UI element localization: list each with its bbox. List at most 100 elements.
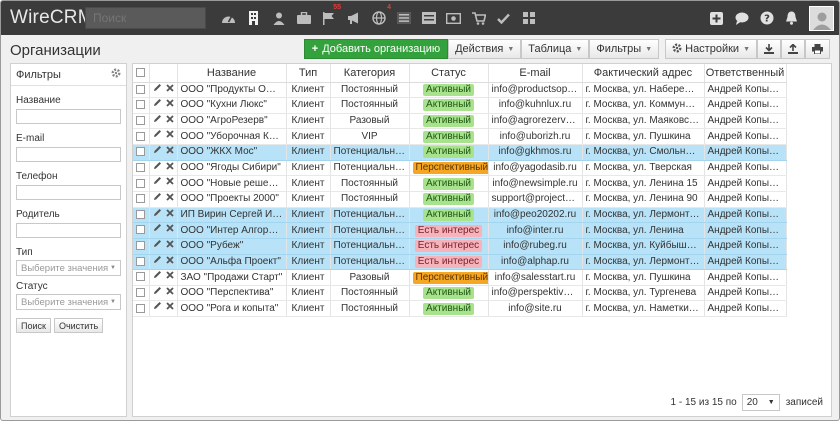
table-row[interactable]: ИП Вирин Сергей Ив… Клиент Потенциальный Ак… <box>133 207 787 224</box>
barcode-icon[interactable] <box>416 1 441 35</box>
pencil-icon[interactable] <box>153 145 162 159</box>
globe-icon[interactable]: 4 <box>366 1 391 35</box>
column-header-email[interactable]: E-mail <box>488 64 583 83</box>
name-cell[interactable]: ООО "Ягоды Сибири" <box>177 160 287 177</box>
help-icon[interactable]: ? <box>754 1 779 35</box>
add-organization-button[interactable]: + Добавить организацию <box>303 39 449 59</box>
column-header-owner[interactable]: Ответственный <box>704 64 787 83</box>
delete-icon[interactable] <box>165 208 174 222</box>
name-cell[interactable]: ООО "Перспектива" <box>177 285 287 302</box>
delete-icon[interactable] <box>165 223 174 237</box>
filter-search-button[interactable]: Поиск <box>16 318 51 333</box>
pencil-icon[interactable] <box>153 129 162 143</box>
name-cell[interactable]: ЗАО "Продажи Старт" <box>177 269 287 286</box>
per-page-select[interactable]: 20 ▼ <box>741 394 780 411</box>
row-checkbox[interactable] <box>136 209 146 219</box>
pencil-icon[interactable] <box>153 208 162 222</box>
name-cell[interactable]: ООО "Рубеж" <box>177 238 287 255</box>
column-header-status[interactable]: Статус <box>409 64 489 83</box>
table-row[interactable]: ООО "Перспектива" Клиент Постоянный Активны… <box>133 285 787 302</box>
pencil-icon[interactable] <box>153 223 162 237</box>
row-checkbox[interactable] <box>136 178 146 188</box>
table-row[interactable]: ООО "ЖКХ Мос" Клиент Потенциальный Активный… <box>133 144 787 161</box>
pencil-icon[interactable] <box>153 286 162 300</box>
column-header-type[interactable]: Тип <box>286 64 331 83</box>
name-cell[interactable]: ООО "Рога и копыта" <box>177 300 287 318</box>
name-filter-input[interactable] <box>16 109 121 124</box>
table-row[interactable]: ООО "Интер Алгоритм" Клиент Потенциальный Е… <box>133 222 787 239</box>
row-checkbox[interactable] <box>136 303 146 313</box>
filters-dropdown[interactable]: Фильтры ▼ <box>589 39 660 59</box>
parent-filter-input[interactable] <box>16 223 121 238</box>
delete-icon[interactable] <box>165 114 174 128</box>
user-avatar[interactable] <box>809 5 834 31</box>
status-filter-select[interactable]: Выберите значения ▼ <box>16 294 121 310</box>
pencil-icon[interactable] <box>153 239 162 253</box>
name-cell[interactable]: ООО "Уборочная Ком… <box>177 128 287 146</box>
export-button[interactable] <box>781 39 805 59</box>
row-checkbox[interactable] <box>136 84 146 94</box>
name-cell[interactable]: ООО "Кухни Люкс" <box>177 97 287 114</box>
money-icon[interactable] <box>441 1 466 35</box>
delete-icon[interactable] <box>165 301 174 315</box>
name-cell[interactable]: ООО "Проекты 2000" <box>177 191 287 208</box>
delete-icon[interactable] <box>165 255 174 269</box>
add-icon[interactable] <box>704 1 729 35</box>
chat-icon[interactable] <box>729 1 754 35</box>
delete-icon[interactable] <box>165 129 174 143</box>
table-dropdown[interactable]: Таблица ▼ <box>521 39 590 59</box>
settings-dropdown[interactable]: Настройки ▼ <box>665 39 757 59</box>
gear-icon[interactable] <box>111 68 121 81</box>
row-checkbox[interactable] <box>136 162 146 172</box>
pencil-icon[interactable] <box>153 270 162 284</box>
pencil-icon[interactable] <box>153 192 162 206</box>
row-checkbox[interactable] <box>136 100 146 110</box>
table-row[interactable]: ООО "Продукты ОПТ" Клиент Постоянный Активн… <box>133 82 787 99</box>
pencil-icon[interactable] <box>153 83 162 97</box>
name-cell[interactable]: ООО "Продукты ОПТ" <box>177 82 287 99</box>
name-cell[interactable]: ООО "Интер Алгоритм" <box>177 222 287 239</box>
pencil-icon[interactable] <box>153 161 162 175</box>
delete-icon[interactable] <box>165 192 174 206</box>
phone-filter-input[interactable] <box>16 185 121 200</box>
table-row[interactable]: ООО "Кухни Люкс" Клиент Постоянный Активный… <box>133 97 787 114</box>
pencil-icon[interactable] <box>153 176 162 190</box>
row-checkbox[interactable] <box>136 256 146 266</box>
row-checkbox[interactable] <box>136 115 146 125</box>
row-checkbox[interactable] <box>136 288 146 297</box>
dashboard-icon[interactable] <box>216 1 241 35</box>
name-cell[interactable]: ООО "ЖКХ Мос" <box>177 144 287 161</box>
flag-icon[interactable]: 55 <box>316 1 341 35</box>
table-row[interactable]: ООО "Новые решения" Клиент Постоянный Актив… <box>133 175 787 192</box>
email-filter-input[interactable] <box>16 147 121 162</box>
delete-icon[interactable] <box>165 83 174 97</box>
row-checkbox[interactable] <box>136 241 146 251</box>
delete-icon[interactable] <box>165 98 174 112</box>
name-cell[interactable]: ООО "Альфа Проект" <box>177 254 287 271</box>
megaphone-icon[interactable] <box>341 1 366 35</box>
import-button[interactable] <box>757 39 781 59</box>
column-header-address[interactable]: Фактический адрес <box>582 64 705 83</box>
table-row[interactable]: ООО "АгроРезерв" Клиент Разовый Активный inf… <box>133 113 787 130</box>
name-cell[interactable]: ИП Вирин Сергей Ив… <box>177 207 287 224</box>
cart-icon[interactable] <box>466 1 491 35</box>
delete-icon[interactable] <box>165 161 174 175</box>
delete-icon[interactable] <box>165 270 174 284</box>
list-icon[interactable] <box>391 1 416 35</box>
table-row[interactable]: ООО "Рога и копыта" Клиент Постоянный Актив… <box>133 300 787 318</box>
grid-icon[interactable] <box>516 1 541 35</box>
row-checkbox[interactable] <box>136 272 146 282</box>
table-row[interactable]: ЗАО "Продажи Старт" Клиент Разовый Перспект… <box>133 269 787 286</box>
pencil-icon[interactable] <box>153 301 162 315</box>
briefcase-icon[interactable] <box>291 1 316 35</box>
delete-icon[interactable] <box>165 145 174 159</box>
select-all-checkbox[interactable] <box>136 68 146 78</box>
filter-clear-button[interactable]: Очистить <box>53 318 104 333</box>
name-cell[interactable]: ООО "АгроРезерв" <box>177 113 287 130</box>
bell-icon[interactable] <box>779 1 804 35</box>
table-row[interactable]: ООО "Уборочная Ком… Клиент VIP Активный info… <box>133 128 787 146</box>
row-checkbox[interactable] <box>136 147 146 157</box>
app-logo[interactable]: WireCRM <box>1 7 94 29</box>
building-icon[interactable] <box>241 1 266 35</box>
print-button[interactable] <box>805 39 830 59</box>
